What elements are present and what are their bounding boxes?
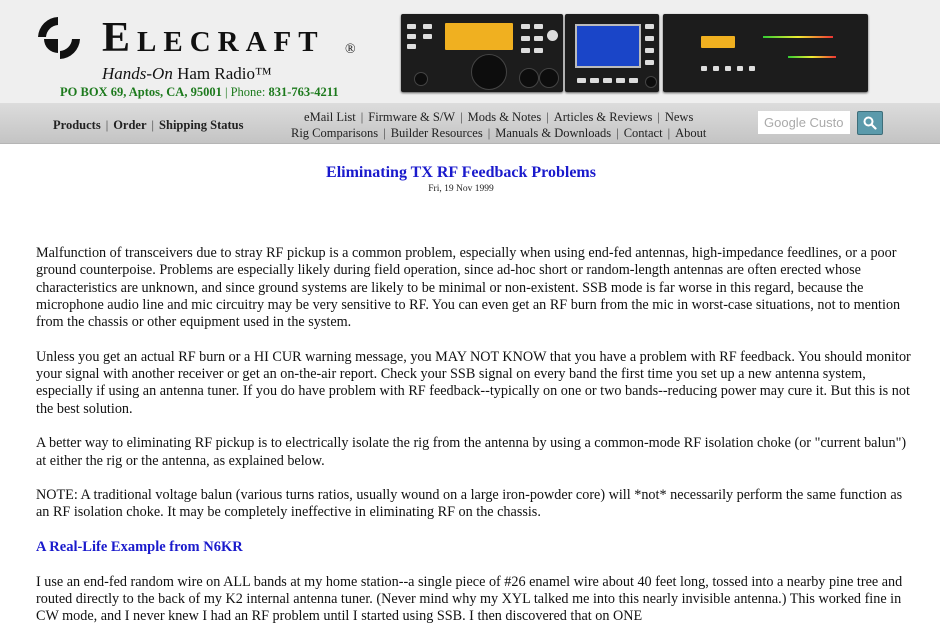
knob-icon <box>539 68 559 88</box>
nav-link-articles-reviews[interactable]: Articles & Reviews <box>554 110 653 124</box>
button-icon <box>713 66 720 71</box>
button-icon <box>423 24 432 29</box>
brand-name[interactable]: Elecraft <box>102 14 325 62</box>
magnifier-icon <box>863 116 877 130</box>
article-date: Fri, 19 Nov 1999 <box>428 184 494 194</box>
button-icon <box>615 78 625 83</box>
nav-link-builder-resources[interactable]: Builder Resources <box>391 126 483 140</box>
knob-icon <box>519 68 539 88</box>
postal-address: PO BOX 69, Aptos, CA, 95001 <box>60 85 222 99</box>
button-icon <box>701 66 708 71</box>
separator: | <box>460 110 463 124</box>
section-heading: A Real-Life Example from N6KR <box>36 539 243 556</box>
elecraft-logo-icon[interactable] <box>36 15 82 61</box>
separator: | <box>657 110 660 124</box>
button-icon <box>602 78 612 83</box>
button-icon <box>644 60 654 65</box>
swr-meter <box>788 56 837 58</box>
paragraph: A better way to eliminating RF pickup is… <box>36 435 907 469</box>
phone-number: 831-763-4211 <box>268 85 339 99</box>
panadapter-screen <box>574 24 641 68</box>
primary-nav: Products | Order | Shipping Status <box>53 118 243 133</box>
tagline-rest: Ham Radio™ <box>172 64 272 83</box>
contact-address: PO BOX 69, Aptos, CA, 95001 | Phone: 831… <box>60 85 339 100</box>
button-icon <box>407 44 416 49</box>
search-input[interactable] <box>758 111 850 134</box>
button-icon <box>534 36 543 41</box>
button-icon <box>407 34 416 39</box>
nav-link-about[interactable]: About <box>675 126 706 140</box>
paragraph: I use an end-fed random wire on ALL band… <box>36 573 903 625</box>
site-header: Elecraft ® Hands-On Ham Radio™ PO BOX 69… <box>0 0 940 103</box>
secondary-nav-row-1: eMail List | Firmware & S/W | Mods & Notes | A… <box>291 109 706 125</box>
tagline: Hands-On Ham Radio™ <box>102 64 272 84</box>
button-icon <box>521 24 530 29</box>
button-icon <box>737 66 744 71</box>
button-icon <box>628 78 638 83</box>
separator: | <box>487 126 491 140</box>
button-icon <box>521 36 530 41</box>
button-icon <box>644 24 654 29</box>
separator: | <box>616 126 619 140</box>
nav-link-rig-comparisons[interactable]: Rig Comparisons <box>291 126 378 140</box>
nav-link-firmware[interactable]: Firmware & S/W <box>368 110 455 124</box>
search-button[interactable] <box>857 111 883 135</box>
button-icon <box>407 24 416 29</box>
separator: | <box>383 126 386 140</box>
knob-icon <box>644 76 657 88</box>
button-icon <box>423 34 432 39</box>
button-icon <box>589 78 599 83</box>
knob-icon <box>414 72 428 86</box>
button-icon <box>749 66 756 71</box>
k3-transceiver-image <box>401 14 563 92</box>
secondary-nav: eMail List | Firmware & S/W | Mods & Notes | A… <box>291 109 706 141</box>
button-icon <box>534 48 543 53</box>
separator: | <box>546 110 549 124</box>
nav-link-contact[interactable]: Contact <box>624 126 663 140</box>
separator: | <box>224 85 228 99</box>
nav-link-mods-notes[interactable]: Mods & Notes <box>468 110 542 124</box>
power-meter <box>763 36 834 38</box>
product-photo <box>401 14 869 92</box>
nav-link-news[interactable]: News <box>665 110 693 124</box>
k3-lcd-display <box>445 23 513 50</box>
separator: | <box>360 110 364 124</box>
separator: | <box>105 118 109 132</box>
article-body: Malfunction of transceivers due to stray… <box>36 245 916 643</box>
nav-link-order[interactable]: Order <box>113 118 146 132</box>
vfo-knob-icon <box>471 54 507 90</box>
button-icon <box>725 66 732 71</box>
button-icon <box>521 48 530 53</box>
amp-lcd-display <box>701 36 736 48</box>
button-icon <box>534 24 543 29</box>
article-title: Eliminating TX RF Feedback Problems <box>326 164 596 181</box>
kpa-amplifier-image <box>663 14 869 92</box>
nav-bar: Products | Order | Shipping Status eMail Lis… <box>0 103 940 144</box>
paragraph: Malfunction of transceivers due to stray… <box>36 245 901 331</box>
phone-label: Phone: <box>230 85 266 99</box>
dpad-icon <box>547 30 558 41</box>
button-icon <box>576 78 586 83</box>
button-icon <box>644 48 654 53</box>
p3-panadapter-image <box>564 14 660 92</box>
tagline-italic: Hands-On <box>102 64 173 83</box>
button-icon <box>644 36 654 41</box>
paragraph: NOTE: A traditional voltage balun (vario… <box>36 487 903 521</box>
nav-link-products[interactable]: Products <box>53 118 101 132</box>
nav-link-email-list[interactable]: eMail List <box>304 110 356 124</box>
separator: | <box>667 126 671 140</box>
secondary-nav-row-2: Rig Comparisons | Builder Resources | Manual… <box>291 125 706 141</box>
separator: | <box>151 118 155 132</box>
nav-link-manuals-downloads[interactable]: Manuals & Downloads <box>495 126 611 140</box>
nav-link-shipping-status[interactable]: Shipping Status <box>159 118 243 132</box>
registered-mark: ® <box>345 42 356 57</box>
paragraph: Unless you get an actual RF burn or a HI… <box>36 348 911 417</box>
